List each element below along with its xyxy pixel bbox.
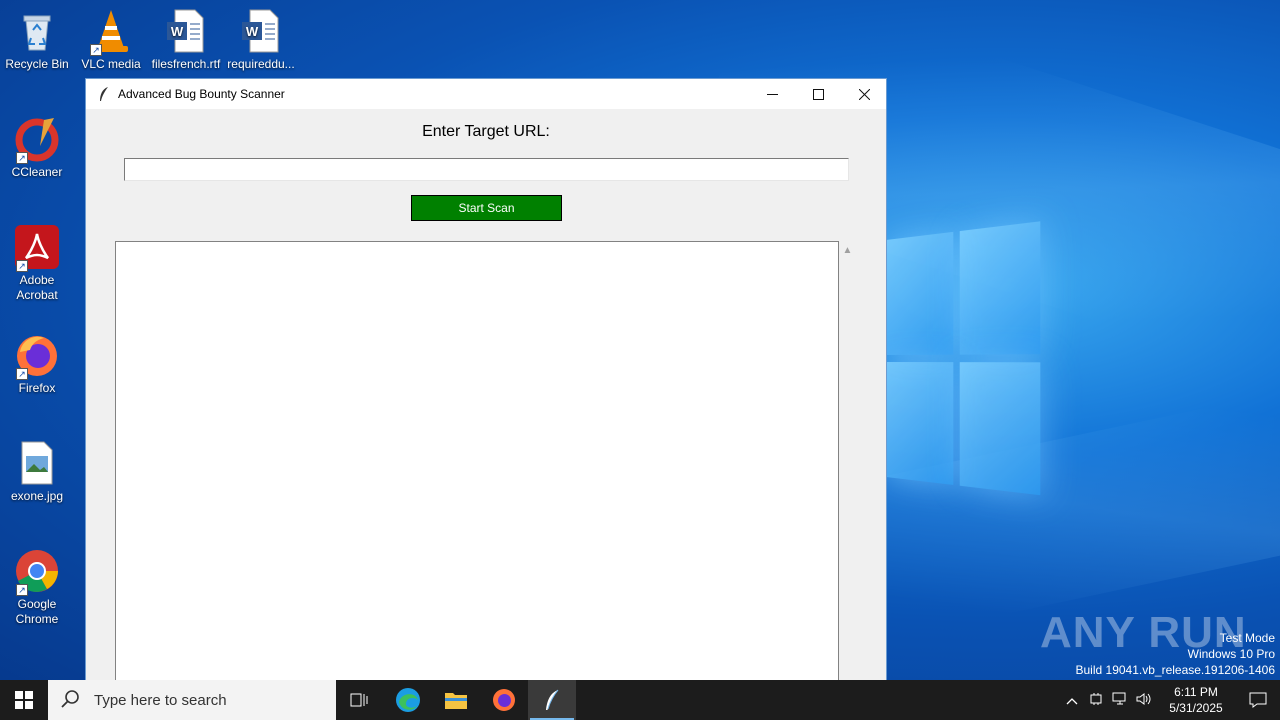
shortcut-arrow-icon: ↗ — [16, 584, 28, 596]
clock-date: 5/31/2025 — [1169, 701, 1223, 715]
svg-text:W: W — [171, 24, 184, 39]
shortcut-arrow-icon: ↗ — [90, 44, 102, 56]
maximize-button[interactable] — [795, 79, 841, 109]
taskbar-scanner-app[interactable] — [528, 680, 576, 720]
taskbar-search-box[interactable]: Type here to search — [48, 680, 336, 720]
start-button[interactable] — [0, 680, 48, 720]
word-document-icon: W — [238, 8, 284, 54]
maximize-icon — [812, 88, 824, 100]
shortcut-arrow-icon: ↗ — [16, 152, 28, 164]
os-watermark: Test Mode Windows 10 Pro Build 19041.vb_… — [1075, 631, 1276, 677]
minimize-button[interactable] — [749, 79, 795, 109]
image-file-icon — [14, 440, 60, 486]
title-bar[interactable]: Advanced Bug Bounty Scanner — [86, 79, 886, 109]
clock-time: 6:11 PM — [1174, 685, 1218, 699]
ccleaner-icon: ↗ — [14, 116, 60, 164]
task-view-icon — [350, 693, 368, 707]
scan-output-textarea[interactable] — [115, 241, 839, 711]
edge-icon — [396, 688, 420, 712]
desktop-icon-filesfrench[interactable]: W filesfrench.rtf — [149, 8, 223, 72]
taskbar-file-explorer[interactable] — [432, 680, 480, 720]
minimize-icon — [766, 93, 778, 95]
system-tray: 6:11 PM 5/31/2025 — [1060, 680, 1280, 720]
window-client-area: Enter Target URL: Start Scan ▲ — [86, 109, 886, 711]
vlc-cone-icon: ↗ — [88, 8, 134, 56]
scroll-up-icon[interactable]: ▲ — [839, 243, 856, 259]
desktop-icon-vlc[interactable]: ↗ VLC media — [74, 8, 148, 72]
svg-text:W: W — [246, 24, 259, 39]
volume-icon[interactable] — [1132, 692, 1156, 709]
chevron-up-icon[interactable] — [1060, 693, 1084, 708]
desktop-icon-google-chrome[interactable]: ↗ Google Chrome — [0, 548, 74, 627]
output-scrollbar[interactable]: ▲ — [839, 241, 856, 711]
search-icon — [60, 689, 82, 711]
folder-icon — [445, 693, 467, 709]
network-icon[interactable] — [1108, 692, 1132, 709]
taskbar-firefox[interactable] — [480, 680, 528, 720]
start-scan-button[interactable]: Start Scan — [411, 195, 562, 221]
desktop-icon-requireddu[interactable]: W requireddu... — [224, 8, 298, 72]
target-url-input[interactable] — [124, 158, 849, 181]
feather-icon — [546, 689, 559, 710]
desktop-icon-ccleaner[interactable]: ↗ CCleaner — [0, 116, 74, 180]
desktop-icon-recycle-bin[interactable]: Recycle Bin — [0, 8, 74, 72]
adobe-acrobat-icon: ↗ — [14, 224, 60, 272]
window-title: Advanced Bug Bounty Scanner — [118, 87, 285, 101]
feather-icon — [96, 86, 112, 102]
taskbar-clock[interactable]: 6:11 PM 5/31/2025 — [1156, 684, 1236, 716]
taskbar: Type here to search 6:11 PM 5/31/2025 — [0, 680, 1280, 720]
shortcut-arrow-icon: ↗ — [16, 260, 28, 272]
close-icon — [858, 88, 870, 100]
chrome-icon: ↗ — [14, 548, 60, 596]
desktop-icon-adobe-acrobat[interactable]: ↗ Adobe Acrobat — [0, 224, 74, 303]
windows-logo-wallpaper — [886, 221, 1042, 499]
shortcut-arrow-icon: ↗ — [16, 368, 28, 380]
search-placeholder: Type here to search — [94, 691, 227, 709]
taskbar-edge[interactable] — [384, 680, 432, 720]
action-center-button[interactable] — [1236, 680, 1280, 720]
windows-start-icon — [15, 691, 33, 709]
desktop-icon-firefox[interactable]: ↗ Firefox — [0, 332, 74, 396]
notification-icon — [1249, 692, 1267, 708]
word-document-icon: W — [163, 8, 209, 54]
task-view-button[interactable] — [336, 680, 384, 720]
firefox-icon: ↗ — [14, 332, 60, 380]
desktop-icon-exone-jpg[interactable]: exone.jpg — [0, 440, 74, 504]
close-button[interactable] — [841, 79, 887, 109]
battery-network-icon[interactable] — [1084, 692, 1108, 709]
firefox-icon — [493, 689, 515, 711]
recycle-bin-icon — [14, 8, 60, 54]
scanner-window: Advanced Bug Bounty Scanner Enter Target… — [85, 78, 887, 711]
target-url-label: Enter Target URL: — [422, 123, 550, 140]
